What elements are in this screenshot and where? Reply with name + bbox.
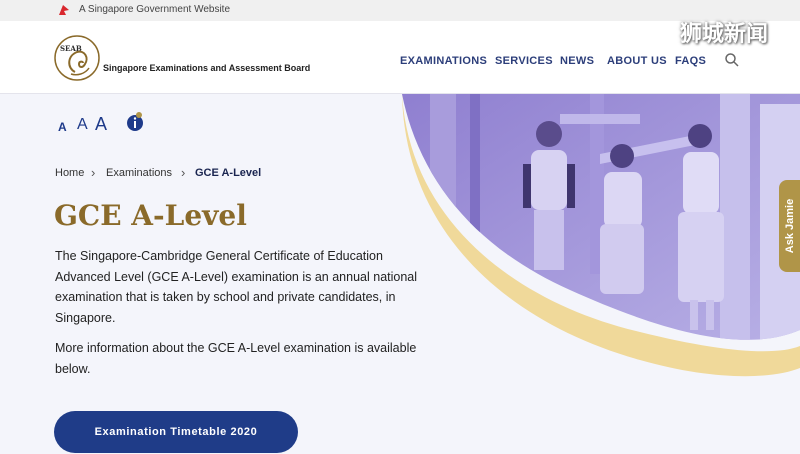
ask-jamie-tab[interactable]: Ask Jamie <box>779 180 800 272</box>
breadcrumb-current: GCE A-Level <box>195 167 262 179</box>
more-info-paragraph: More information about the GCE A-Level e… <box>55 341 417 376</box>
chevron-right-icon: › <box>181 165 186 180</box>
lion-head-icon <box>59 5 69 15</box>
font-size-medium-button[interactable]: A <box>77 116 88 134</box>
search-icon[interactable] <box>724 52 740 68</box>
ask-jamie-label: Ask Jamie <box>783 198 796 254</box>
nav-about-us[interactable]: ABOUT US <box>607 55 667 67</box>
nav-faqs[interactable]: FAQS <box>675 55 706 67</box>
nav-services[interactable]: SERVICES <box>495 55 553 67</box>
nav-news[interactable]: NEWS <box>560 55 594 67</box>
brand-name[interactable]: Singapore Examinations and Assessment Bo… <box>103 63 310 73</box>
font-size-large-button[interactable]: A <box>95 114 107 135</box>
examination-timetable-button[interactable]: Examination Timetable 2020 <box>54 411 298 453</box>
page-title: GCE A-Level <box>54 199 247 232</box>
chevron-right-icon: › <box>91 165 96 180</box>
intro-paragraph: The Singapore-Cambridge General Certific… <box>55 249 418 325</box>
examination-timetable-label: Examination Timetable 2020 <box>94 426 258 438</box>
nav-examinations[interactable]: EXAMINATIONS <box>400 55 487 67</box>
breadcrumb-home[interactable]: Home <box>55 167 84 179</box>
font-size-small-button[interactable]: A <box>58 120 67 134</box>
watermark-text: 狮城新闻 <box>680 22 769 47</box>
gov-bar-text: A Singapore Government Website <box>79 4 231 15</box>
seab-logo[interactable]: SEAB <box>53 34 101 82</box>
breadcrumb-examinations[interactable]: Examinations <box>106 167 172 179</box>
info-icon[interactable] <box>126 112 144 132</box>
